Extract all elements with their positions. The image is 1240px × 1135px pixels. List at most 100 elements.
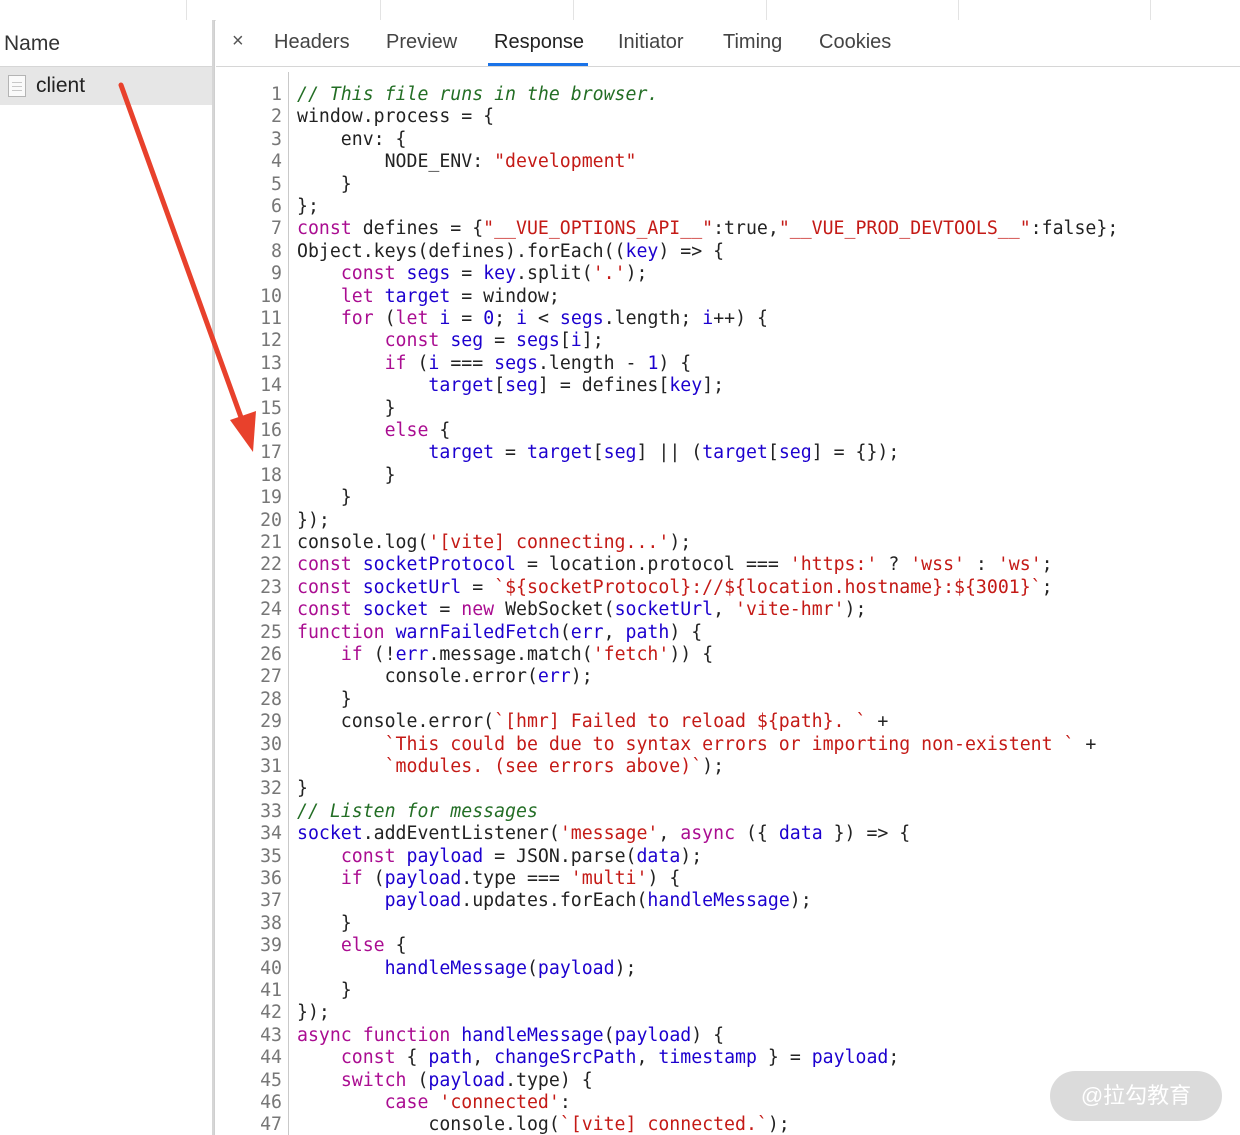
line-number: 19 [260,487,282,509]
code-text: if (!err.message.match('fetch')) { [340,644,714,665]
line-number: 34 [260,823,282,845]
code-line: 25 function warnFailedFetch(err, path) { [216,622,1240,644]
code-text: // Listen for messages [297,800,538,822]
code-line: 35 const payload = JSON.parse(data); [216,846,1240,868]
line-number: 9 [271,263,282,285]
line-number: 1 [271,84,282,105]
code-text: target[seg] = defines[key]; [428,375,725,397]
tab-headers[interactable]: Headers [274,31,350,54]
code-text: function warnFailedFetch(err, path) { [297,621,703,643]
line-number: 37 [260,890,282,912]
code-text: async function handleMessage(payload) { [297,1024,725,1046]
request-list-panel: Name client [0,20,215,1135]
line-number: 36 [260,868,282,889]
code-line: 1 // This file runs in the browser. [216,84,1240,106]
code-text: socket.addEventListener('message', async… [297,823,911,845]
line-number: 3 [271,128,282,150]
panel-divider[interactable] [212,20,214,1135]
timeline-tick [1150,0,1151,20]
timeline-strip [0,0,1240,21]
code-text: }; [297,196,319,217]
code-line: 36 if (payload.type === 'multi') { [216,868,1240,890]
code-line: 41 } [216,980,1240,1002]
request-name: client [36,74,86,97]
code-line: 23 const socketUrl = `${socketProtocol}:/… [216,577,1240,599]
line-number: 27 [260,666,282,688]
code-line: 28 } [216,689,1240,711]
tab-timing[interactable]: Timing [723,31,782,54]
code-text: } [297,688,352,710]
watermark: @拉勾教育 [1050,1071,1222,1121]
line-number: 4 [271,151,282,173]
code-line: 17 target = target[seg] || (target[seg] … [216,442,1240,464]
name-column-header[interactable]: Name [0,20,214,67]
code-text: window.process = { [297,106,495,128]
code-line: 13 if (i === segs.length - 1) { [216,353,1240,375]
code-line: 9 const segs = key.split('.'); [216,263,1240,285]
code-text: let target = window; [340,285,560,307]
code-text: }); [297,1002,330,1024]
code-text: } [297,397,396,419]
code-text: const { path, changeSrcPath, timestamp }… [340,1047,900,1069]
code-line: 27 console.error(err); [216,666,1240,688]
line-number: 44 [260,1047,282,1069]
line-number: 17 [260,442,282,464]
code-text: const payload = JSON.parse(data); [340,845,703,867]
line-number: 28 [260,688,282,710]
code-line: 16 else { [216,420,1240,442]
code-line: 43 async function handleMessage(payload) … [216,1025,1240,1047]
code-line: 15 } [216,398,1240,420]
code-text: else { [384,420,451,441]
line-number: 12 [260,330,282,352]
line-number: 30 [260,733,282,755]
line-number: 22 [260,554,282,576]
code-text: const seg = segs[i]; [384,330,604,352]
details-tab-bar: × Headers Preview Response Initiator Tim… [216,20,1240,67]
code-text: } [297,464,396,486]
line-number: 18 [260,464,282,486]
code-line: 18 } [216,465,1240,487]
line-number: 38 [260,912,282,934]
code-line: 4 NODE_ENV: "development" [216,151,1240,173]
tab-response[interactable]: Response [494,31,584,54]
timeline-tick [766,0,767,20]
code-line: 39 else { [216,935,1240,957]
line-number: 23 [260,576,282,598]
line-number: 14 [260,375,282,397]
code-line: 10 let target = window; [216,286,1240,308]
code-text: } [297,912,352,934]
line-number: 7 [271,218,282,240]
code-text: const segs = key.split('.'); [340,263,648,285]
code-line: 37 payload.updates.forEach(handleMessage… [216,890,1240,912]
code-line: 12 const seg = segs[i]; [216,330,1240,352]
code-text: const socketUrl = `${socketProtocol}://$… [297,576,1053,598]
timeline-tick [380,0,381,20]
code-line: 44 const { path, changeSrcPath, timestam… [216,1047,1240,1069]
code-text: console.error(err); [297,666,593,688]
code-text: } [297,487,352,509]
close-icon[interactable]: × [232,30,244,53]
line-number: 26 [260,644,282,665]
line-number: 46 [260,1092,282,1113]
code-line: 29 console.error(`[hmr] Failed to reload… [216,711,1240,733]
tab-preview[interactable]: Preview [386,31,457,54]
code-text: console.log('[vite] connecting...'); [297,532,692,553]
code-line: 7 const defines = {"__VUE_OPTIONS_API__":… [216,218,1240,240]
tab-cookies[interactable]: Cookies [819,31,891,54]
code-line: 26 if (!err.message.match('fetch')) { [216,644,1240,666]
code-line: 20}); [216,510,1240,532]
code-line: 31 `modules. (see errors above)`); [216,756,1240,778]
document-icon [8,75,26,97]
tab-initiator[interactable]: Initiator [618,31,684,54]
code-text: switch (payload.type) { [340,1069,593,1091]
code-text: `modules. (see errors above)`); [384,756,725,777]
response-code-viewer[interactable]: 1 // This file runs in the browser. 2 windo… [216,72,1240,1135]
active-tab-indicator [488,63,588,66]
code-line: 21 console.log('[vite] connecting...'); [216,532,1240,554]
timeline-tick [573,0,574,20]
code-line: 32} [216,778,1240,800]
code-line: 38 } [216,913,1240,935]
code-text: } [297,980,352,1001]
code-text: for (let i = 0; i < segs.length; i++) { [340,308,768,329]
request-row-client[interactable]: client [0,67,214,105]
